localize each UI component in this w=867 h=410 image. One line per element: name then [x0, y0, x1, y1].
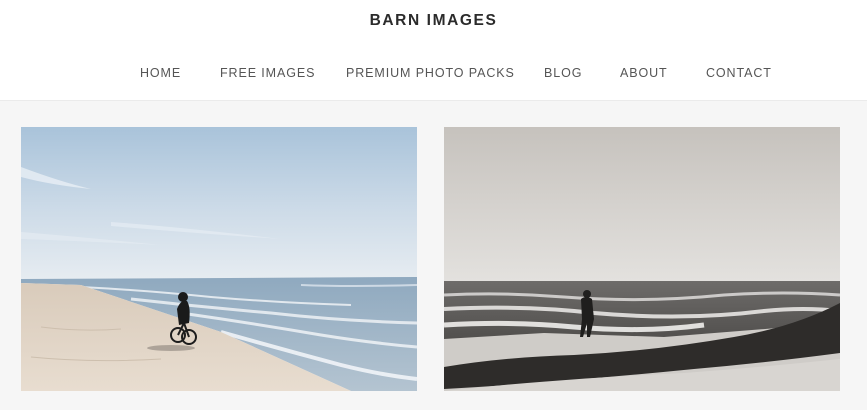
- nav-item-home[interactable]: HOME: [140, 66, 181, 80]
- nav-item-about[interactable]: ABOUT: [620, 66, 668, 80]
- nav-item-blog[interactable]: BLOG: [544, 66, 582, 80]
- site-title-link[interactable]: BARN IMAGES: [0, 12, 867, 30]
- nav-item-premium-photo-packs[interactable]: PREMIUM PHOTO PACKS: [346, 66, 515, 80]
- main-nav: HOME FREE IMAGES PREMIUM PHOTO PACKS BLO…: [0, 66, 867, 84]
- site-header: BARN IMAGES HOME FREE IMAGES PREMIUM PHO…: [0, 0, 867, 101]
- gallery-photo-cyclist-beach[interactable]: [21, 127, 417, 391]
- cyclist-beach-image: [21, 127, 417, 391]
- shoreline-bw-image: [444, 127, 840, 391]
- nav-item-contact[interactable]: CONTACT: [706, 66, 772, 80]
- nav-item-free-images[interactable]: FREE IMAGES: [220, 66, 315, 80]
- gallery-photo-shoreline-bw[interactable]: [444, 127, 840, 391]
